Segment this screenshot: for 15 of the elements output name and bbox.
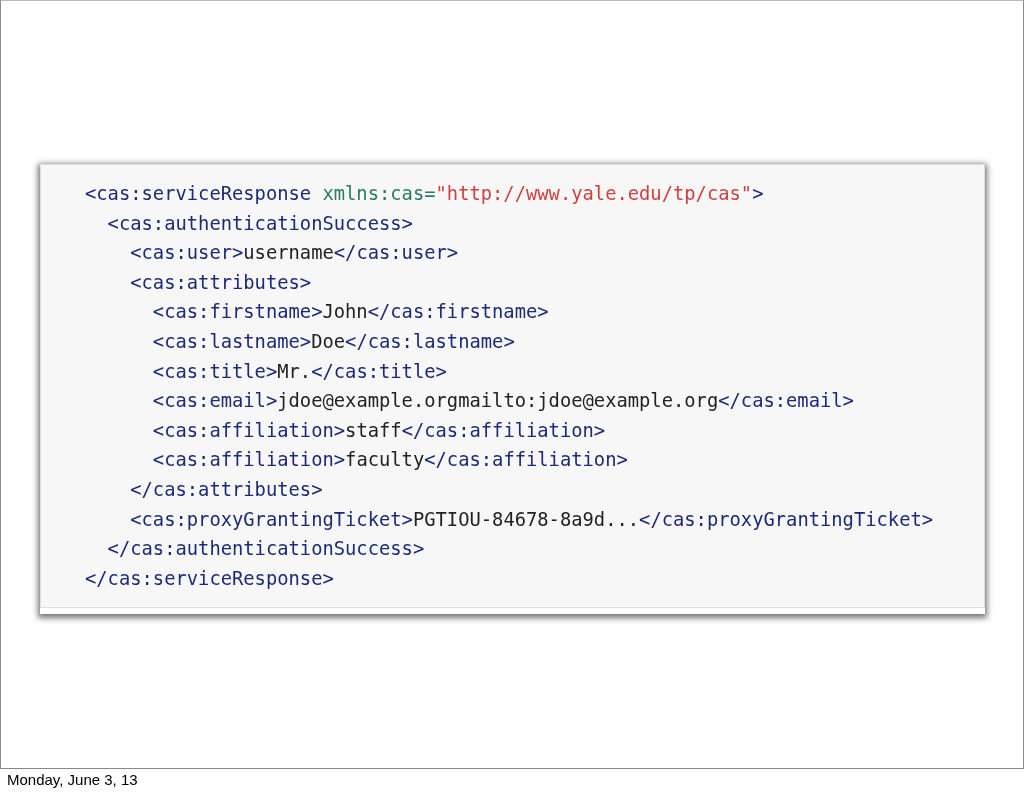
slide-date: Monday, June 3, 13 <box>6 770 138 788</box>
code-line: <cas:email>jdoe@example.orgmailto:jdoe@example.org</cas:email> <box>151 389 854 414</box>
code-line: <cas:lastname>Doe</cas:lastname> <box>151 329 515 354</box>
code-line: <cas:affiliation>staff</cas:affiliation> <box>151 418 606 443</box>
code-line: <cas:firstname>John</cas:firstname> <box>151 300 549 325</box>
code-line: <cas:proxyGrantingTicket>PGTIOU-84678-8a9d...</cas:proxyGrantingTicket> <box>129 507 934 532</box>
code-line: <cas:affiliation>faculty</cas:affiliation> <box>151 448 628 473</box>
code-line: <cas:serviceResponse xmlns:cas="http://www.yale.edu/tp/cas"> <box>85 182 764 206</box>
code-line: </cas:serviceResponse> <box>85 566 334 591</box>
code-line: </cas:authenticationSuccess> <box>106 537 425 562</box>
code-line: <cas:attributes> <box>129 270 312 295</box>
code-line: </cas:attributes> <box>129 477 323 502</box>
code-line: <cas:authenticationSuccess> <box>106 211 413 236</box>
code-line: <cas:title>Mr.</cas:title> <box>151 359 447 384</box>
code-line: <cas:user>username</cas:user> <box>129 241 459 266</box>
